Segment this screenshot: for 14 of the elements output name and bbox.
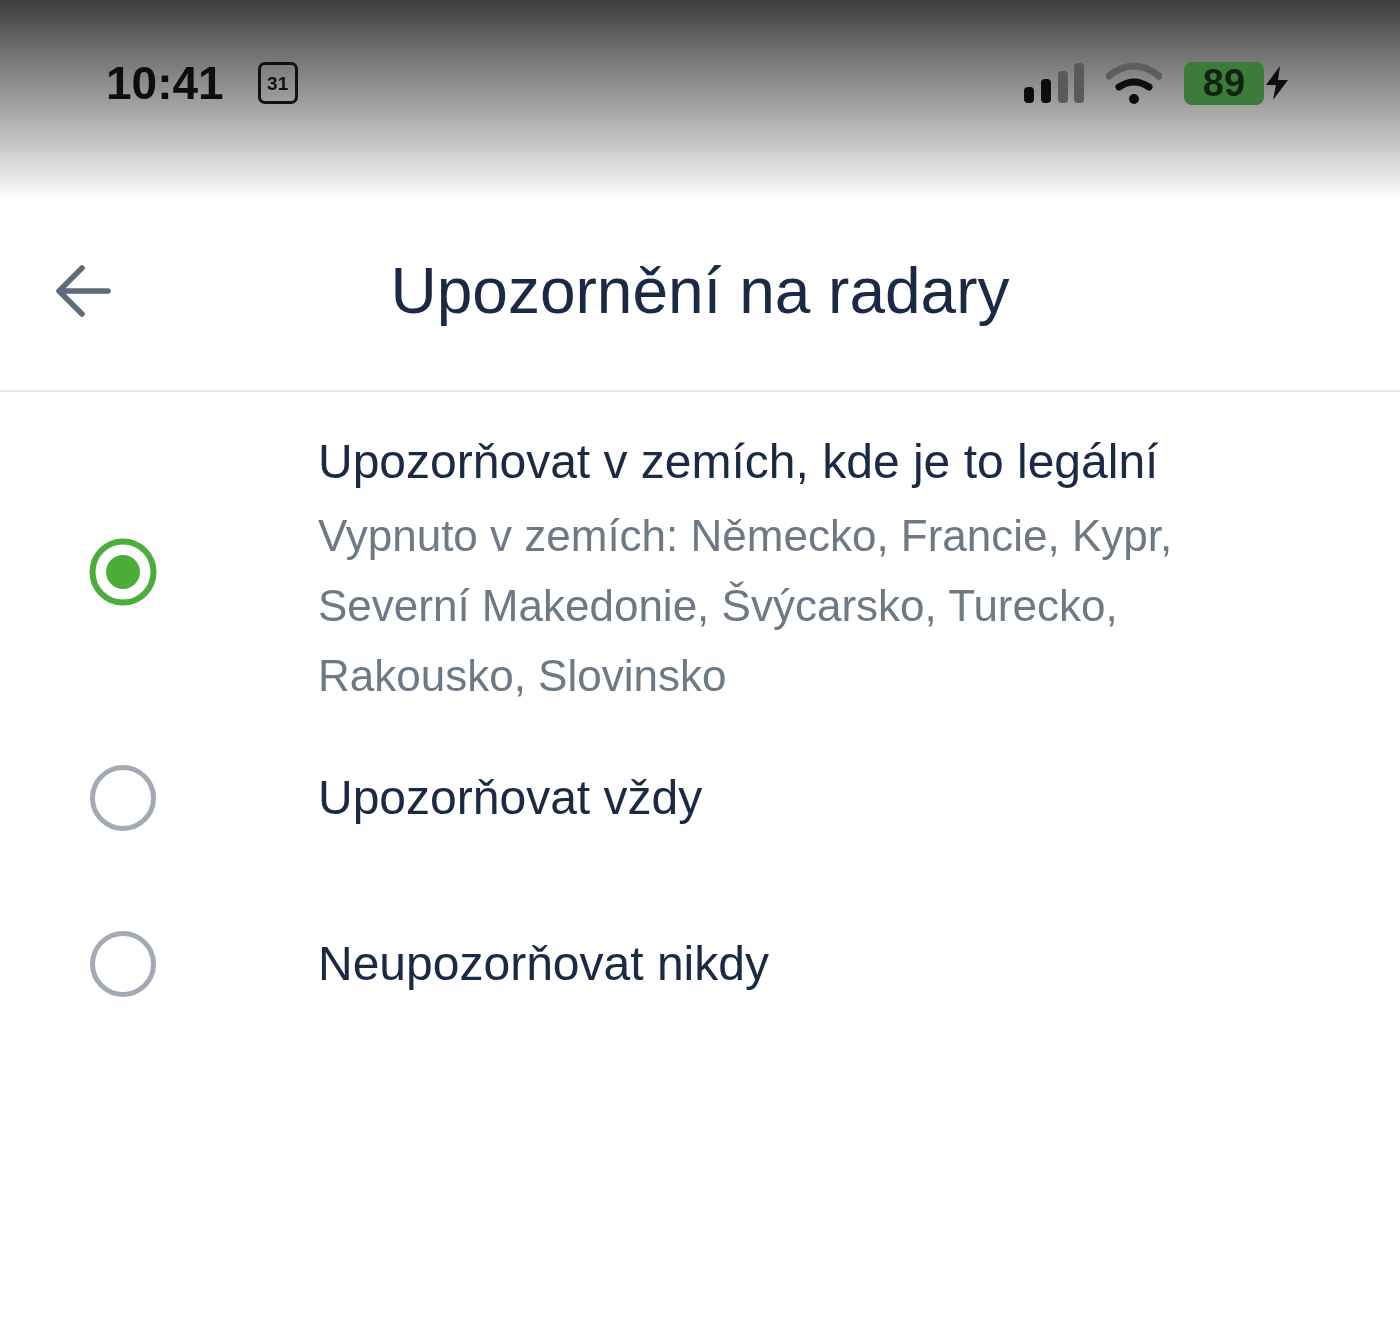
option-title: Upozorňovat v zemích, kde je to legální [318,434,1160,490]
option-description: Vypnuto v zemích: Německo, Francie, Kypr, Severní Makedonie, Švýcarsko, Turecko, Rakousko, Slovinsko [318,510,1174,702]
option-title: Upozorňovat vždy [318,770,704,826]
radio-button[interactable] [89,764,157,832]
status-time: 10:41 [106,58,224,108]
wifi-icon [1106,62,1162,104]
back-arrow-icon [55,264,111,318]
calendar-icon: 31 [257,62,298,104]
battery-indicator: 89 [1184,61,1264,105]
screen-title: Upozornění na radary [390,254,1010,328]
option-title: Neupozorňovat nikdy [318,936,770,992]
radio-button[interactable] [89,930,157,998]
radio-button[interactable] [89,538,157,606]
signal-icon [1024,63,1084,103]
